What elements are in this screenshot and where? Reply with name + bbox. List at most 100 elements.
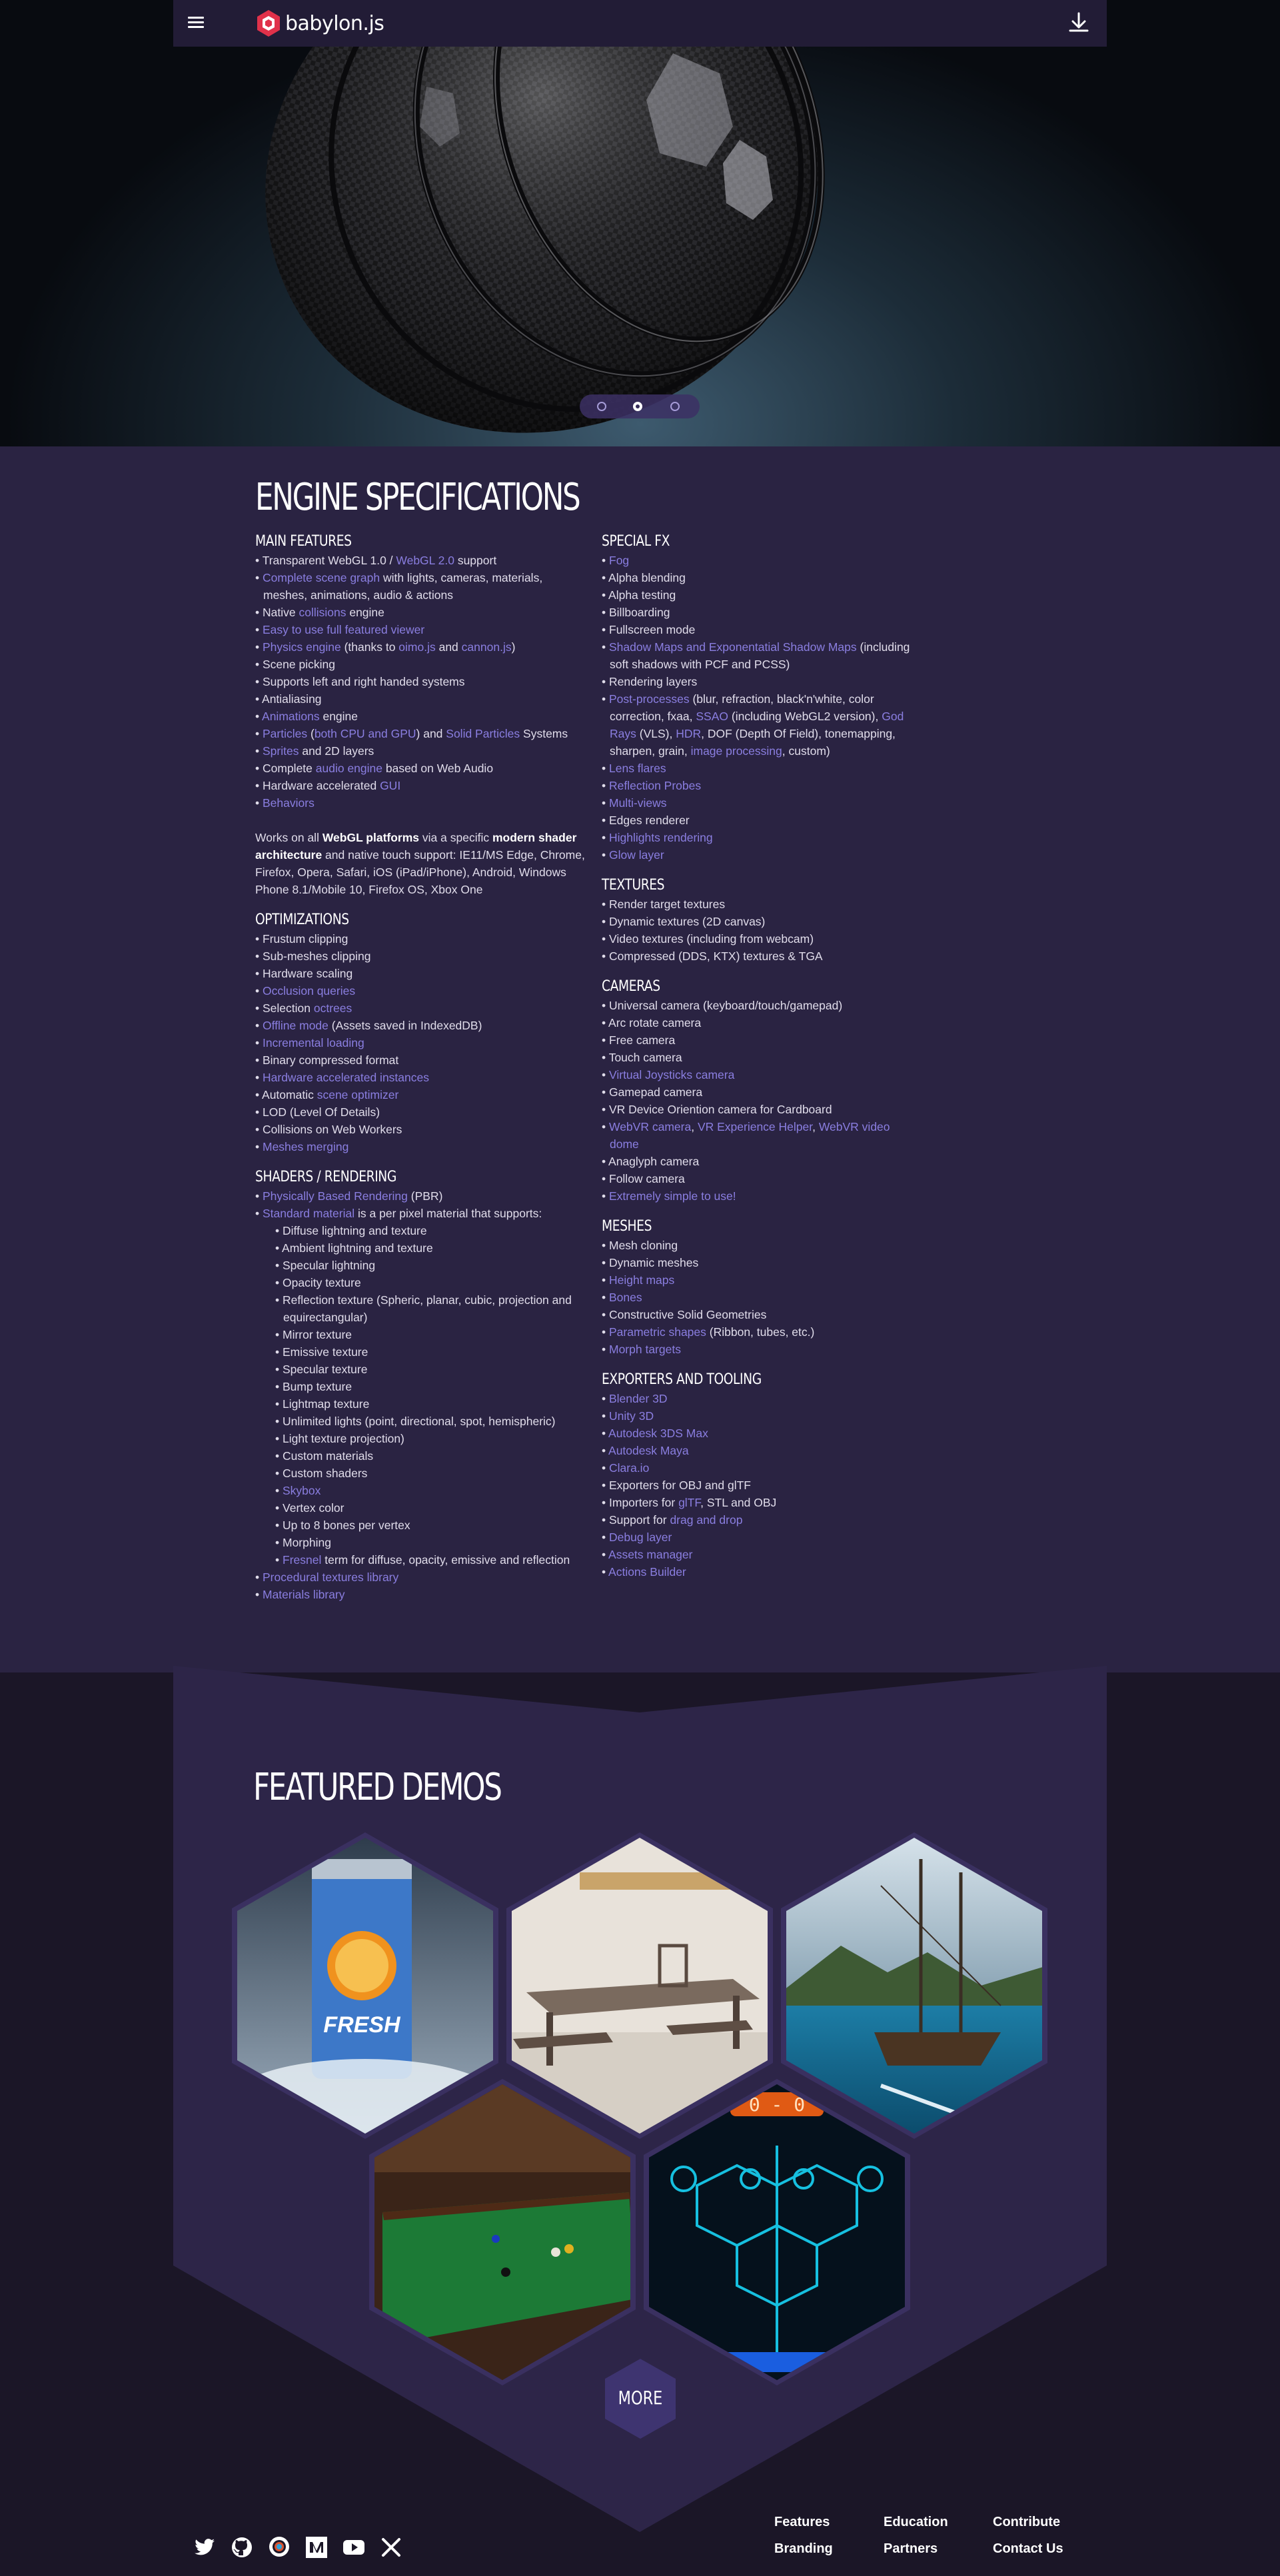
feature-link[interactable]: Reflection Probes [609, 779, 701, 792]
feature-link[interactable]: image processing [691, 744, 782, 758]
feature-link[interactable]: Lens flares [609, 762, 666, 775]
x-icon[interactable] [380, 2536, 402, 2559]
footer-link-partners[interactable]: Partners [884, 2541, 938, 2557]
feature-link[interactable]: Post-processes [609, 692, 690, 706]
feature-link[interactable]: SSAO [696, 710, 728, 723]
feature-link[interactable]: Blender 3D [609, 1392, 668, 1405]
list-item: Multi-views [602, 794, 922, 812]
more-demos-label[interactable]: MORE [612, 2387, 669, 2409]
feature-link[interactable]: Skybox [283, 1484, 320, 1497]
forum-icon[interactable] [268, 2536, 291, 2559]
feature-link[interactable]: glTF [678, 1496, 700, 1509]
carousel-dot-3[interactable] [670, 402, 680, 411]
feature-link[interactable]: cannon.js [462, 640, 512, 654]
hamburger-menu-icon[interactable] [188, 14, 208, 33]
feature-link[interactable]: Behaviors [263, 796, 315, 810]
feature-link[interactable]: Particles [263, 727, 307, 740]
list-item: VR Device Oriention camera for Cardboard [602, 1101, 922, 1118]
feature-link[interactable]: Clara.io [609, 1461, 649, 1475]
feature-link[interactable]: drag and drop [670, 1513, 742, 1527]
feature-link[interactable]: Actions Builder [608, 1565, 686, 1579]
youtube-icon[interactable] [342, 2536, 365, 2559]
feature-text: Arc rotate camera [608, 1016, 702, 1029]
babylonjs-logo[interactable]: babylon.js [256, 9, 384, 37]
footer-link-branding[interactable]: Branding [774, 2541, 833, 2557]
twitter-icon[interactable] [193, 2536, 216, 2559]
feature-link[interactable]: GUI [380, 779, 400, 792]
feature-link[interactable]: Assets manager [608, 1548, 692, 1561]
feature-link[interactable]: Physically Based Rendering [263, 1189, 408, 1203]
feature-link[interactable]: Solid Particles [446, 727, 520, 740]
feature-link[interactable]: Meshes merging [263, 1140, 348, 1153]
feature-link[interactable]: Glow layer [609, 848, 664, 862]
list-item: Particles (both CPU and GPU) and Solid P… [255, 725, 588, 742]
list-item: Billboarding [602, 604, 922, 621]
feature-link[interactable]: Highlights rendering [609, 831, 713, 844]
list-item: Exporters for OBJ and glTF [602, 1477, 922, 1494]
feature-link[interactable]: Animations [262, 710, 320, 723]
list-item: Skybox [275, 1482, 588, 1499]
feature-link[interactable]: VR Experience Helper [698, 1120, 812, 1133]
feature-link[interactable]: Easy to use full featured viewer [263, 623, 424, 636]
download-icon[interactable] [1067, 11, 1091, 36]
list-item: Virtual Joysticks camera [602, 1066, 922, 1083]
footer-link-education[interactable]: Education [884, 2515, 948, 2530]
feature-link[interactable]: Fresnel [283, 1553, 321, 1567]
feature-link[interactable]: Occlusion queries [263, 984, 355, 997]
feature-link[interactable]: Materials library [263, 1588, 345, 1601]
feature-link[interactable]: Fog [609, 554, 629, 567]
feature-link[interactable]: oimo.js [398, 640, 435, 654]
github-icon[interactable] [231, 2536, 253, 2559]
list-item: Lightmap texture [275, 1395, 588, 1413]
feature-link[interactable]: audio engine [316, 762, 382, 775]
feature-link[interactable]: octrees [314, 1001, 352, 1015]
feature-text: Follow camera [609, 1172, 685, 1185]
feature-link[interactable]: Autodesk 3DS Max [608, 1427, 708, 1440]
feature-link[interactable]: Multi-views [609, 796, 667, 810]
demo-tile-billiards[interactable] [369, 2079, 636, 2385]
feature-link[interactable]: Morph targets [609, 1343, 681, 1356]
footer-link-contribute[interactable]: Contribute [993, 2515, 1060, 2530]
feature-link[interactable]: Hardware accelerated instances [263, 1071, 429, 1084]
feature-text: Lightmap texture [283, 1397, 370, 1411]
feature-link[interactable]: Bones [609, 1291, 642, 1304]
textures-list: Render target textures Dynamic textures (… [602, 896, 922, 965]
feature-link[interactable]: Offline mode [263, 1019, 328, 1032]
feature-link[interactable]: Procedural textures library [263, 1571, 398, 1584]
feature-link[interactable]: Incremental loading [263, 1036, 364, 1049]
feature-link[interactable]: Virtual Joysticks camera [609, 1068, 734, 1081]
feature-link[interactable]: HDR [676, 727, 701, 740]
list-item: Dynamic meshes [602, 1254, 922, 1271]
feature-link[interactable]: scene optimizer [317, 1088, 399, 1101]
feature-link[interactable]: Physics engine [263, 640, 341, 654]
carousel-dot-2[interactable] [633, 402, 642, 411]
engine-specifications-section: ENGINE SPECIFICATIONS MAIN FEATURES Tran… [0, 446, 1280, 1672]
feature-link[interactable]: Unity 3D [609, 1409, 654, 1423]
feature-text: Emissive texture [283, 1345, 368, 1359]
carousel-dot-1[interactable] [597, 402, 606, 411]
feature-link[interactable]: WebGL 2.0 [396, 554, 454, 567]
meshes-list: Mesh cloning Dynamic meshes Height maps Bon… [602, 1237, 922, 1358]
footer-link-contact-us[interactable]: Contact Us [993, 2541, 1063, 2557]
feature-link[interactable]: both CPU and GPU [315, 727, 416, 740]
feature-link[interactable]: Debug layer [609, 1531, 672, 1544]
feature-link[interactable]: Complete scene graph [263, 571, 380, 584]
feature-link[interactable]: Height maps [609, 1273, 674, 1287]
medium-icon[interactable] [305, 2536, 328, 2559]
list-item: Actions Builder [602, 1563, 922, 1581]
feature-link[interactable]: Extremely simple to use! [609, 1189, 736, 1203]
feature-text: ( [307, 727, 315, 740]
feature-link[interactable]: collisions [299, 606, 346, 619]
feature-link[interactable]: Autodesk Maya [608, 1444, 689, 1457]
feature-link[interactable]: Sprites [263, 744, 299, 758]
feature-link[interactable]: Standard material [263, 1207, 354, 1220]
list-item: Fullscreen mode [602, 621, 922, 638]
optimizations-heading: OPTIMIZATIONS [255, 912, 349, 928]
footer-link-features[interactable]: Features [774, 2515, 830, 2530]
list-item: Highlights rendering [602, 829, 922, 846]
platform-text-1: Works on all [255, 831, 322, 844]
feature-link[interactable]: Parametric shapes [609, 1325, 706, 1339]
feature-link[interactable]: WebVR camera [609, 1120, 691, 1133]
feature-link[interactable]: Shadow Maps and Exponentatial Shadow Map… [609, 640, 857, 654]
demo-tile-neon-board[interactable]: 0 - 0 [644, 2079, 910, 2385]
